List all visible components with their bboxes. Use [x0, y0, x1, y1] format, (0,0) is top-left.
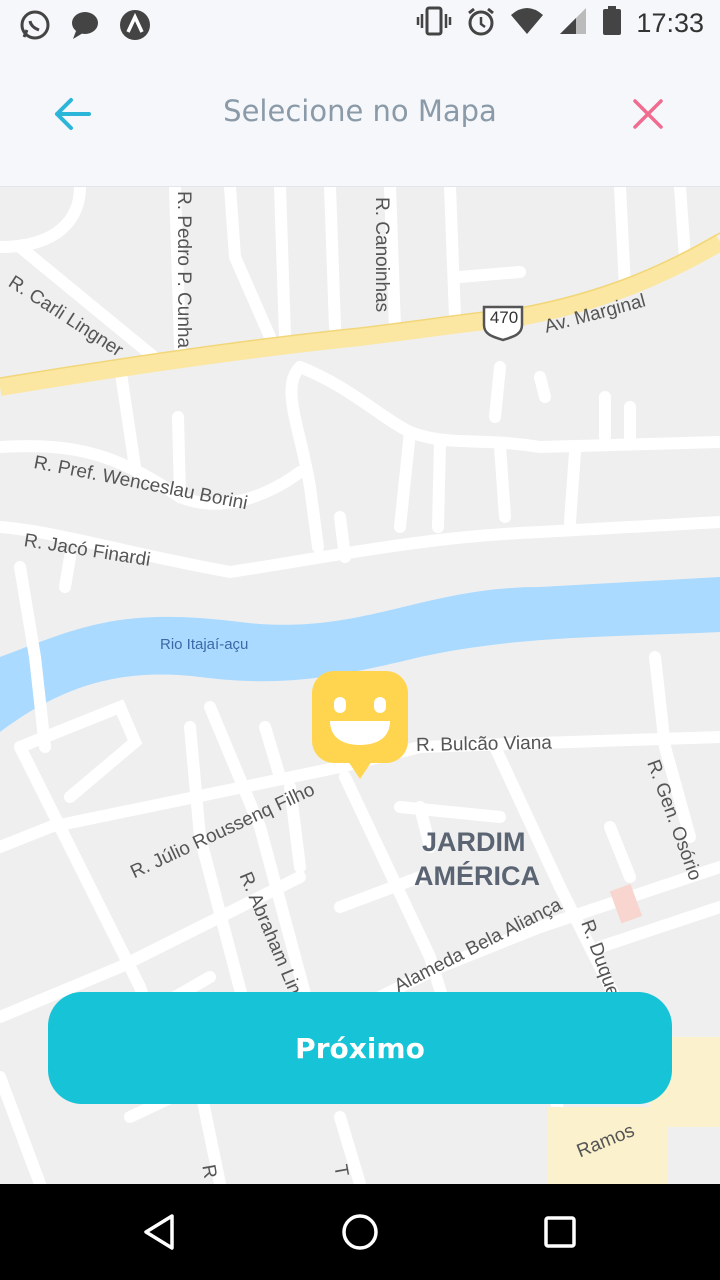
app-header: Selecione no Mapa	[0, 50, 720, 187]
status-bar: 17:33	[0, 0, 720, 50]
river-label: Rio Itajaí-açu	[160, 636, 249, 653]
recents-square-icon	[544, 1216, 576, 1248]
alarm-icon	[466, 6, 496, 40]
back-triangle-icon	[144, 1214, 174, 1250]
next-button[interactable]: Próximo	[48, 992, 672, 1104]
street-label: R. Pedro P. Cunha	[173, 191, 194, 349]
neighborhood-label: AMÉRICA	[414, 861, 540, 891]
page-title: Selecione no Mapa	[223, 94, 497, 128]
location-marker[interactable]	[312, 671, 408, 781]
close-button[interactable]	[622, 88, 674, 140]
neighborhood-label: JARDIM	[422, 827, 526, 857]
app-a-icon	[118, 8, 152, 42]
notification-icons	[18, 8, 152, 42]
close-icon	[633, 99, 663, 129]
route-number: 470	[489, 308, 519, 327]
nav-recents-button[interactable]	[536, 1208, 584, 1256]
nav-back-button[interactable]	[136, 1208, 184, 1256]
signal-icon	[558, 7, 588, 39]
street-label: R. Bulcão Viana	[415, 732, 553, 756]
vibrate-icon	[416, 6, 452, 40]
nav-home-button[interactable]	[336, 1208, 384, 1256]
clock-time: 17:33	[636, 7, 704, 38]
system-status-icons: 17:33	[416, 6, 704, 40]
wifi-icon	[510, 7, 544, 39]
whatsapp-icon	[18, 8, 52, 42]
battery-icon	[602, 6, 622, 40]
street-label: R. Canoinhas	[371, 197, 392, 313]
chat-bubble-icon	[68, 8, 102, 42]
navigation-bar	[0, 1184, 720, 1280]
home-circle-icon	[342, 1214, 378, 1250]
smiley-pin-icon	[312, 671, 408, 779]
